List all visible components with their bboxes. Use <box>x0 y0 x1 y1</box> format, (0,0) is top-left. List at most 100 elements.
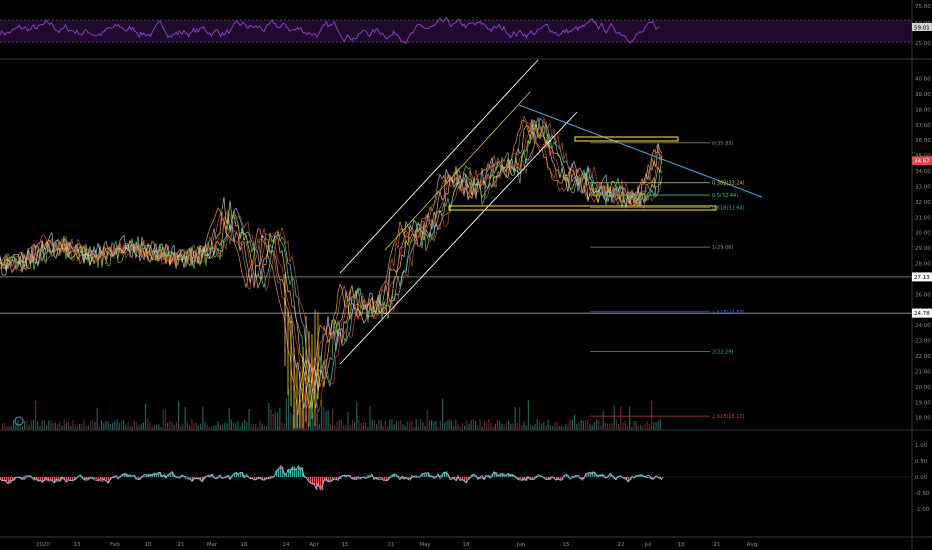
volume-bar <box>138 424 140 430</box>
chart[interactable]: 0(35.83) 0.382(33.24) 0.5(32.44) 0.618(31.6… <box>0 0 932 550</box>
volume-bar <box>248 408 250 430</box>
volume-bar <box>2 423 4 430</box>
volume-bar <box>578 422 580 430</box>
volume-bar <box>224 422 226 430</box>
time-tick-label: Apr <box>309 542 319 548</box>
price-ma-line <box>0 117 663 409</box>
volume-bar <box>345 424 347 430</box>
volume-bar <box>334 425 336 430</box>
volume-bar <box>30 420 32 430</box>
volume-bar <box>171 422 173 430</box>
volume-bar <box>272 414 274 430</box>
volume-bar <box>558 425 560 430</box>
price-tick-label: 19.00 <box>915 400 931 406</box>
volume-bar <box>640 425 642 430</box>
osc-tick-label: -0.50 <box>915 491 930 497</box>
volume-bar <box>549 425 551 430</box>
volume-bar <box>611 423 613 430</box>
volume-bar <box>461 423 463 430</box>
volume-bar <box>343 425 345 430</box>
price-tick-label: 32.00 <box>915 200 931 206</box>
volume-bar <box>204 421 206 430</box>
volume-bar <box>43 420 45 430</box>
fib-level-label: 0.618(31.64) <box>712 205 745 211</box>
volume-bar <box>400 419 402 430</box>
volume-bar <box>19 425 21 430</box>
volume-bar <box>46 425 48 430</box>
volume-bar <box>629 406 631 430</box>
volume-bar <box>48 420 50 430</box>
volume-bar <box>266 426 268 430</box>
volume-bar <box>145 403 147 430</box>
volume-bar <box>164 410 166 430</box>
osc-tick-label: -1.00 <box>915 507 930 513</box>
volume-bar <box>175 421 177 430</box>
volume-bar <box>303 410 305 430</box>
volume-bar <box>59 421 61 430</box>
volume-bar <box>15 424 17 430</box>
volume-bar <box>349 425 351 430</box>
price-tick-label: 28.00 <box>915 262 931 268</box>
fib-level-label: 1.618(24.87) <box>712 310 745 316</box>
volume-bar <box>268 403 270 430</box>
support-zone <box>448 205 717 211</box>
volume-bar <box>648 423 650 430</box>
volume-bar <box>508 420 510 430</box>
volume-bar <box>250 424 252 430</box>
price-tick-label: 20.00 <box>915 385 931 391</box>
volume-bar <box>602 411 604 430</box>
channel-lower-line <box>339 111 578 365</box>
volume-bar <box>521 425 523 430</box>
rsi-panel <box>0 16 912 44</box>
volume-bar <box>65 422 67 430</box>
time-tick-label: 13 <box>74 542 81 548</box>
volume-bar <box>450 420 452 430</box>
volume-bar <box>131 426 133 430</box>
volume-bar <box>158 424 160 430</box>
volume-bar <box>28 424 30 430</box>
osc-tick-label: 0.50 <box>915 459 928 465</box>
volume-bar <box>422 421 424 430</box>
volume-bar <box>525 425 527 430</box>
time-tick-label: 15 <box>342 542 349 548</box>
volume-bar <box>116 419 118 430</box>
volume-bar <box>167 422 169 430</box>
volume-bar <box>387 426 389 430</box>
volume-bar <box>292 415 294 430</box>
volume-bar <box>607 423 609 430</box>
volume-bar <box>499 420 501 430</box>
volume-bar <box>453 426 455 430</box>
volume-bar <box>94 422 96 430</box>
volume-bar <box>74 424 76 430</box>
time-tick-label: 15 <box>563 542 570 548</box>
time-tick-label: 16 <box>241 542 248 548</box>
volume-bar <box>184 407 186 430</box>
price-tick-label: 36.00 <box>915 138 931 144</box>
volume-bar <box>596 419 598 430</box>
price-tick-label: 31.00 <box>915 215 931 221</box>
volume-bar <box>140 423 142 430</box>
volume-bar <box>580 419 582 430</box>
oscillator-panel <box>0 465 912 491</box>
volume-bar <box>644 424 646 430</box>
volume-bar <box>395 421 397 430</box>
volume-bar <box>488 419 490 430</box>
volume-bar <box>259 420 261 430</box>
rsi-tick-label: 25.00 <box>915 41 931 47</box>
volume-bar <box>79 424 81 430</box>
volume-bar <box>233 421 235 430</box>
volume-bar <box>574 414 576 430</box>
price-tag-label: 24.78 <box>914 311 930 317</box>
volume-bar <box>63 419 65 430</box>
volume-bar <box>384 421 386 430</box>
volume-bar <box>129 425 131 430</box>
volume-bar <box>466 420 468 430</box>
volume-bar <box>362 422 364 430</box>
fib-level-label: 2.618(18.10) <box>712 414 745 420</box>
volume-bar <box>582 420 584 430</box>
time-tick-label: 21 <box>714 542 721 548</box>
volume-bar <box>114 421 116 430</box>
price-tick-label: 26.00 <box>915 292 931 298</box>
volume-bar <box>659 419 661 430</box>
time-tick-label: 24 <box>283 542 290 548</box>
